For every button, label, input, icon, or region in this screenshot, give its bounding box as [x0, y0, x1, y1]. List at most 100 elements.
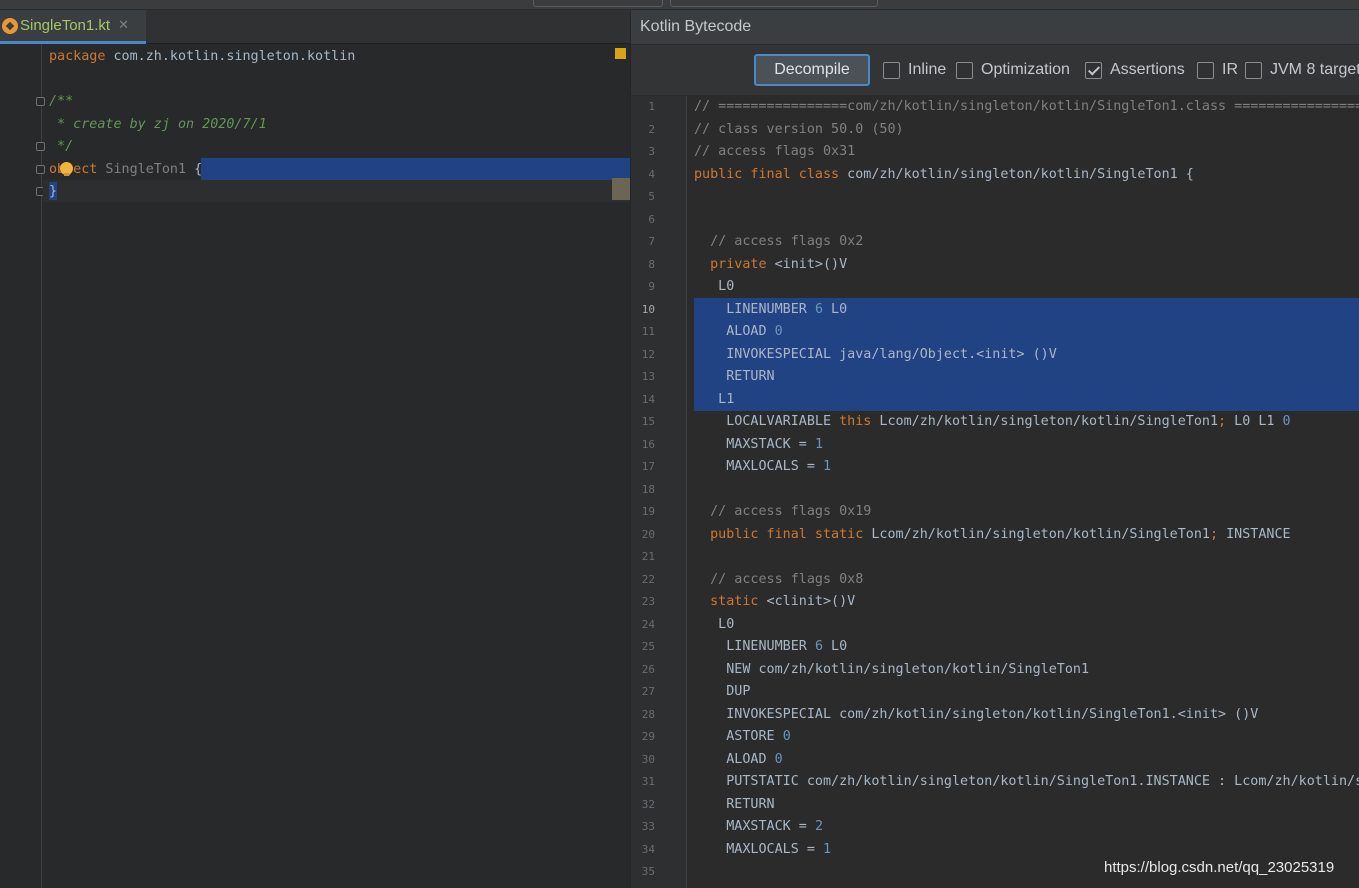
line-number: 24 [641, 617, 655, 631]
bytecode-line: PUTSTATIC com/zh/kotlin/singleton/kotlin… [694, 771, 1359, 794]
code-token: LINENUMBER [694, 301, 815, 317]
code-token: <clinit>()V [758, 594, 856, 609]
code-token: SingleTon1 [97, 161, 195, 177]
ir-checkbox[interactable] [1197, 61, 1214, 79]
bytecode-line: RETURN [694, 366, 775, 389]
code-token: 0 [774, 751, 783, 767]
editor-scrollbar-thumb[interactable] [612, 178, 630, 200]
code-token: 6 [814, 301, 823, 317]
warning-marker-icon[interactable] [615, 48, 626, 59]
bytecode-line: private <init>()V [694, 254, 847, 277]
code-token: com/zh/kotlin/singleton/kotlin/SingleTon… [839, 166, 1194, 182]
code-token: L0 L1 [1226, 414, 1283, 429]
bytecode-line: // class version 50.0 (50) [694, 119, 904, 142]
code-token: public final class [694, 166, 840, 182]
jvm8-target-option[interactable]: JVM 8 target [1245, 61, 1359, 79]
bytecode-line: INVOKESPECIAL java/lang/Object.<init> ()… [694, 344, 1057, 367]
line-number: 10 [641, 302, 655, 316]
bytecode-line: public final class com/zh/kotlin/singlet… [694, 164, 1194, 187]
editor-pane: SingleTon1.kt ✕ package com.zh.kotlin.si… [0, 10, 630, 888]
code-token: RETURN [694, 369, 775, 384]
bytecode-toolbar: Decompile Inline Optimization Assertions… [631, 45, 1359, 96]
bytecode-line: MAXLOCALS = 1 [694, 456, 831, 479]
optimization-option[interactable]: Optimization [956, 61, 1070, 79]
code-token: // access flags 0x8 [694, 571, 864, 587]
line-number: 17 [641, 460, 655, 473]
optimization-checkbox[interactable] [956, 61, 973, 79]
code-token: <init>()V [766, 256, 848, 272]
code-token: MAXSTACK = [694, 436, 815, 452]
ir-label: IR [1222, 61, 1238, 78]
code-token: ; [1209, 526, 1219, 542]
bytecode-viewer[interactable]: 1 2 3 4 5 6 7 8 9 10 11 12 13 14 15 16 17 18 19 20 21 22 23 24 2… [631, 96, 1359, 888]
toolbar-dropdown[interactable] [533, 0, 663, 7]
editor-gutter[interactable] [0, 44, 45, 888]
code-token: } [49, 184, 58, 199]
code-token: 1 [823, 459, 832, 474]
bytecode-line: static <clinit>()V [694, 591, 855, 614]
fold-marker-icon[interactable] [36, 97, 45, 106]
code-token: INVOKESPECIAL java/lang/Object.<init> ()… [694, 346, 1057, 362]
code-token: Lcom/zh/kotlin/singleton/kotlin/SingleTo… [871, 414, 1219, 429]
bytecode-line: // ================com/zh/kotlin/singlet… [694, 96, 1359, 119]
line-number: 29 [641, 730, 655, 743]
code-token: LOCALVARIABLE [694, 414, 840, 429]
bytecode-line: DUP [694, 681, 750, 704]
code-token: 6 [814, 639, 823, 654]
toolbar-dropdown[interactable] [670, 0, 878, 7]
code-token: INSTANCE [1218, 526, 1291, 542]
assertions-option[interactable]: Assertions [1085, 61, 1185, 79]
line-number: 23 [641, 595, 655, 608]
line-number: 13 [641, 370, 655, 383]
bytecode-line: MAXSTACK = 1 [694, 434, 823, 457]
line-number: 35 [641, 865, 655, 878]
ir-option[interactable]: IR [1197, 61, 1238, 79]
line-number: 26 [641, 662, 655, 676]
kotlin-bytecode-panel: Kotlin Bytecode Decompile Inline Optimiz… [631, 10, 1359, 888]
line-number: 11 [641, 325, 655, 338]
code-token: // access flags 0x2 [694, 234, 864, 249]
inline-option[interactable]: Inline [883, 61, 946, 79]
bytecode-line: ALOAD 0 [694, 749, 783, 772]
fold-marker-icon[interactable] [36, 142, 45, 151]
decompile-button[interactable]: Decompile [754, 54, 870, 86]
intention-bulb-icon[interactable] [60, 162, 73, 176]
line-number: 33 [641, 820, 655, 833]
bytecode-line: MAXSTACK = 2 [694, 816, 823, 839]
code-token: RETURN [694, 796, 775, 812]
code-token: private [694, 256, 767, 272]
editor-tab-bar: SingleTon1.kt ✕ [0, 10, 630, 44]
code-token: DUP [694, 684, 751, 699]
line-number: 7 [648, 235, 655, 248]
line-number: 6 [648, 212, 655, 226]
editor-tab-singleton1[interactable]: SingleTon1.kt ✕ [0, 10, 146, 44]
code-token: L0 [823, 639, 848, 654]
line-number: 21 [641, 550, 655, 563]
jvm8-target-label: JVM 8 target [1270, 61, 1359, 78]
code-token: // class version 50.0 (50) [694, 121, 904, 137]
inline-checkbox[interactable] [883, 61, 900, 79]
code-token: NEW com/zh/kotlin/singleton/kotlin/Singl… [694, 661, 1090, 677]
code-token: L0 [694, 279, 735, 294]
code-token: object [49, 161, 98, 177]
line-number: 20 [641, 527, 655, 541]
fold-marker-icon[interactable] [36, 165, 45, 174]
bytecode-line: // access flags 0x19 [694, 501, 871, 524]
code-line: * create by zj on 2020/7/1 [49, 114, 267, 137]
code-line: package com.zh.kotlin.singleton.kotlin [49, 46, 355, 69]
bytecode-line: L0 [694, 614, 734, 637]
jvm8-target-checkbox[interactable] [1245, 61, 1262, 79]
code-token: Lcom/zh/kotlin/singleton/kotlin/SingleTo… [863, 526, 1210, 542]
code-token: PUTSTATIC com/zh/kotlin/singleton/kotlin… [726, 774, 1359, 789]
close-icon[interactable]: ✕ [118, 18, 129, 33]
line-number: 32 [641, 797, 655, 811]
panel-header: Kotlin Bytecode [631, 10, 1359, 45]
code-token: MAXSTACK = [694, 819, 815, 834]
bytecode-line: // access flags 0x8 [694, 569, 863, 592]
assertions-checkbox[interactable] [1085, 61, 1102, 79]
code-token: // access flags 0x31 [694, 144, 856, 159]
kotlin-file-icon [2, 17, 18, 34]
panel-title: Kotlin Bytecode [640, 18, 752, 35]
line-number: 1 [648, 100, 655, 113]
bytecode-line: MAXLOCALS = 1 [694, 839, 831, 862]
